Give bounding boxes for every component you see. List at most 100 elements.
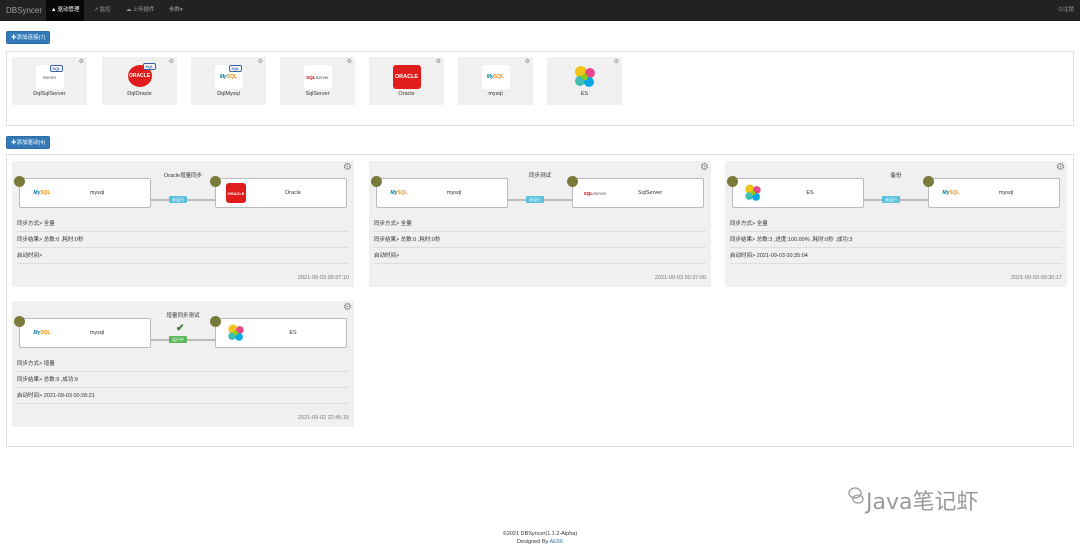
elasticsearch-logo	[571, 65, 599, 89]
driver-card[interactable]: ⚙ 增量同步测试 My SQL mysql ✔ 运行中 ES 同步方式> 增量 同…	[12, 301, 354, 427]
sqlserver-logo: SQL Server	[303, 65, 332, 89]
start-time: 启动时间>	[17, 249, 349, 264]
status-badge: 未运行	[169, 196, 187, 203]
gears-icon[interactable]: ⚙	[436, 58, 441, 65]
source-node[interactable]: My SQL mysql	[371, 176, 508, 208]
nav-upload-plugin[interactable]: ☁上传插件	[121, 0, 160, 21]
logo-text: My	[219, 74, 227, 80]
footer-copyright: ©2021 DBSyncer(1.1.2-Alpha)	[502, 531, 578, 537]
brand[interactable]: DBSyncer	[6, 6, 42, 15]
sql-badge: SQL	[50, 65, 63, 72]
gears-icon[interactable]: ⚙	[525, 58, 530, 65]
connector-name: SqlServer	[305, 91, 330, 97]
driver-card[interactable]: ⚙ 备份 ES 未运行 My SQL mysql 同步方式> 全量 同步结果> 总…	[725, 161, 1067, 287]
connector-name: mysql	[488, 91, 503, 97]
gears-icon[interactable]: ⚙	[614, 58, 619, 65]
nav-label: 上传插件	[132, 7, 155, 13]
connector-card[interactable]: ⚙ ES	[547, 57, 622, 105]
connector-card[interactable]: ⚙ SQL Server SqlServer	[280, 57, 355, 105]
connector-name: DqlOracle	[127, 91, 152, 97]
status-badge: 未运行	[526, 196, 544, 203]
connector-card[interactable]: ⚙ Server SQL DqlSqlServer	[12, 57, 87, 105]
sql-badge: SQL	[229, 65, 242, 72]
nav-driver-management[interactable]: ▲驱动管理	[46, 0, 85, 21]
connector-panel: ⚙ Server SQL DqlSqlServer ⚙ ORACLE SQL D…	[6, 51, 1074, 126]
gears-icon[interactable]: ⚙	[169, 58, 174, 65]
source-node[interactable]: My SQL mysql	[14, 316, 151, 348]
connector-card[interactable]: ⚙ ORACLE SQL DqlOracle	[102, 57, 177, 105]
driver-card[interactable]: ⚙ 同步测试 My SQL mysql 未运行 SQL Server SqlServ…	[369, 161, 711, 287]
logo-text: My	[486, 74, 494, 80]
target-name: SqlServer	[637, 190, 663, 196]
sqlserver-logo: Server SQL	[35, 65, 64, 89]
designed-by-label: Designed By	[517, 539, 550, 545]
nav-label: 参数	[169, 7, 181, 13]
node-dot[interactable]	[923, 176, 934, 187]
source-name: mysql	[89, 190, 105, 196]
start-time: 启动时间> 2021-09-03 00:28:21	[17, 389, 349, 404]
connector-card[interactable]: ⚙ My SQL mysql	[458, 57, 533, 105]
status-badge: 未运行	[882, 196, 900, 203]
nav-label: 监控	[99, 7, 111, 13]
connector-name: Oracle	[398, 91, 415, 97]
sync-mode: 同步方式> 全量	[17, 217, 349, 232]
es-logo-svg	[574, 66, 595, 87]
source-name: mysql	[89, 330, 105, 336]
gears-icon[interactable]: ⚙	[347, 58, 352, 65]
sql-badge: SQL	[143, 63, 156, 70]
mysql-logo: My SQL SQL	[214, 65, 243, 89]
target-node[interactable]: My SQL mysql	[923, 176, 1060, 208]
timestamp: 2021-09-02 22:45:15	[297, 415, 349, 421]
node-dot[interactable]	[371, 176, 382, 187]
connector-card[interactable]: ⚙ ORACLE Oracle	[369, 57, 444, 105]
nav-params-dropdown[interactable]: 参数▾	[164, 0, 188, 21]
author-link[interactable]: AE86	[549, 539, 562, 545]
node-dot[interactable]	[567, 176, 578, 187]
target-node[interactable]: SQL Server SqlServer	[567, 176, 704, 208]
driver-card[interactable]: ⚙ Oracle增量同步 My SQL mysql 未运行 ORACLE Orac…	[12, 161, 354, 287]
logout-label: 注销	[1062, 7, 1074, 13]
source-node[interactable]: ES	[727, 176, 864, 208]
connector-card[interactable]: ⚙ My SQL SQL DqlMysql	[191, 57, 266, 105]
add-driver-button[interactable]: ✚添加驱动(4)	[6, 136, 51, 149]
driver-panel: ⚙ Oracle增量同步 My SQL mysql 未运行 ORACLE Orac…	[6, 154, 1074, 447]
node-dot[interactable]	[14, 176, 25, 187]
node-dot[interactable]	[727, 176, 738, 187]
gears-icon[interactable]: ⚙	[258, 58, 263, 65]
sync-result: 同步结果> 总数:3 ,进度:100.00% ,耗时:0秒 ,成功:3	[730, 233, 1062, 248]
oracle-logo: ORACLE	[392, 65, 421, 89]
oracle-logo: ORACLE SQL	[127, 63, 156, 87]
logout-button[interactable]: ⏻注销	[1059, 0, 1074, 21]
add-connector-button[interactable]: ✚添加连接(7)	[6, 31, 51, 44]
cloud-upload-icon: ☁	[126, 7, 132, 13]
source-node[interactable]: My SQL mysql	[14, 176, 151, 208]
target-name: ES	[289, 330, 297, 336]
caret-down-icon: ▾	[180, 7, 183, 13]
sync-mode: 同步方式> 增量	[17, 357, 349, 372]
navbar: DBSyncer ▲驱动管理 ↗监控 ☁上传插件 参数▾ ⏻注销	[0, 0, 1080, 21]
nav-monitor[interactable]: ↗监控	[89, 0, 116, 21]
node-dot[interactable]	[14, 316, 25, 327]
wechat-icon	[848, 487, 864, 504]
timestamp: 2021-09-03 00:37:10	[297, 275, 349, 281]
source-name: mysql	[446, 190, 462, 196]
target-node[interactable]: ES	[210, 316, 347, 348]
target-node[interactable]: ORACLE Oracle	[210, 176, 347, 208]
logo-text: SQL	[306, 74, 316, 80]
mysql-logo: My SQL	[481, 65, 510, 89]
nav-label: 驱动管理	[57, 7, 80, 13]
gears-icon[interactable]: ⚙	[79, 58, 84, 65]
start-time: 启动时间>	[374, 249, 706, 264]
node-dot[interactable]	[210, 176, 221, 187]
node-dot[interactable]	[210, 316, 221, 327]
sync-result: 同步结果> 总数:0 ,耗时:0秒	[17, 233, 349, 248]
dashboard-icon: ▲	[51, 7, 57, 13]
sync-mode: 同步方式> 全量	[374, 217, 706, 232]
check-icon: ✔	[176, 323, 185, 334]
connector-name: DqlMysql	[217, 91, 240, 97]
timestamp: 2021-09-03 00:37:00	[654, 275, 706, 281]
target-name: Oracle	[284, 190, 302, 196]
timestamp: 2021-09-03 00:30:17	[1010, 275, 1062, 281]
connector-name: DqlSqlServer	[33, 91, 66, 97]
footer-designed-by: Designed By AE86	[0, 539, 1080, 545]
